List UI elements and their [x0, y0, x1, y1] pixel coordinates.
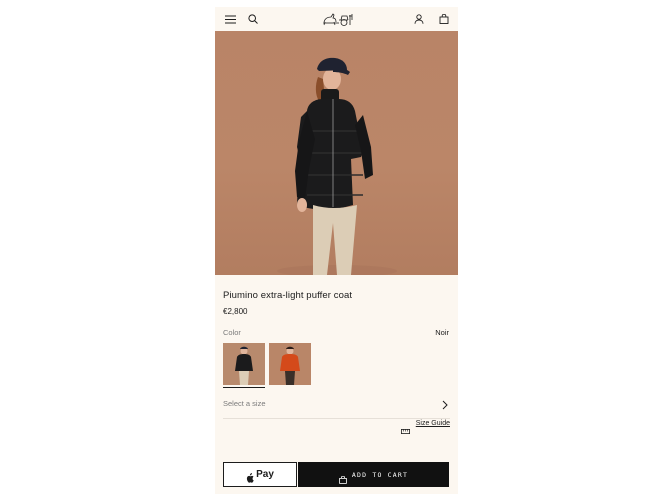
menu-icon[interactable]	[223, 12, 237, 26]
selected-color: Noir	[435, 328, 449, 337]
color-label: Color	[223, 328, 241, 337]
horse-carriage-logo[interactable]	[321, 10, 355, 27]
product-title: Piumino extra-light puffer coat	[223, 290, 353, 301]
size-guide-link[interactable]: Size Guide	[400, 420, 450, 434]
swatch-image-black	[223, 343, 265, 385]
color-swatch-noir[interactable]	[223, 343, 265, 385]
apple-icon	[246, 470, 254, 483]
top-bar	[215, 7, 458, 31]
ruler-icon	[400, 421, 410, 434]
size-guide-label: Size Guide	[415, 420, 450, 427]
model-photo	[277, 57, 397, 275]
product-image[interactable]	[215, 31, 458, 275]
swatch-image-orange	[269, 343, 311, 385]
divider	[223, 418, 450, 419]
product-price: €2,800	[223, 307, 248, 316]
apple-pay-button[interactable]: Pay	[223, 462, 297, 487]
product-page: Piumino extra-light puffer coat €2,800 C…	[215, 7, 458, 494]
chevron-right-icon	[440, 398, 450, 410]
search-icon[interactable]	[246, 12, 260, 26]
shopping-bag-icon	[339, 471, 347, 484]
shopping-bag-icon[interactable]	[437, 12, 451, 26]
selected-swatch-indicator	[223, 387, 265, 388]
account-icon[interactable]	[412, 12, 426, 26]
add-to-cart-button[interactable]: ADD TO CART	[298, 462, 449, 487]
add-to-cart-label: ADD TO CART	[351, 470, 409, 479]
color-swatch-orange[interactable]	[269, 343, 311, 385]
size-selector[interactable]: Select a size	[223, 398, 450, 412]
size-placeholder: Select a size	[223, 399, 266, 408]
pay-label: Pay	[256, 469, 274, 480]
